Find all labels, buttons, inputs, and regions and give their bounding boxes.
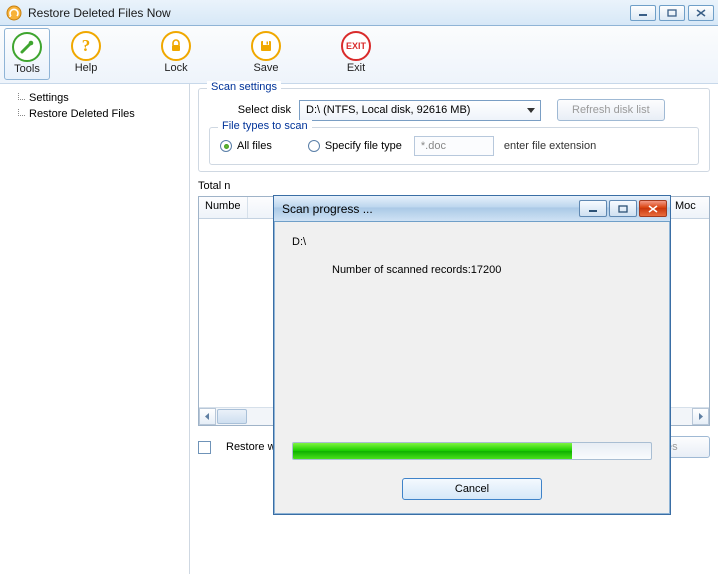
scroll-thumb[interactable]: [217, 409, 247, 424]
all-files-label: All files: [237, 140, 272, 152]
column-modified[interactable]: Moc: [669, 197, 709, 218]
progress-bar-fill: [293, 443, 572, 459]
scroll-right-icon[interactable]: [692, 408, 709, 425]
maximize-button[interactable]: [659, 5, 685, 21]
scanned-records-label: Number of scanned records:: [332, 264, 471, 276]
app-icon: [6, 5, 22, 21]
dialog-minimize-button[interactable]: [579, 200, 607, 217]
restore-original-path-checkbox[interactable]: [198, 441, 211, 454]
tools-label: Tools: [5, 63, 49, 75]
sidebar-item-label: Settings: [29, 92, 69, 104]
file-extension-hint: enter file extension: [504, 140, 596, 152]
file-extension-placeholder: *.doc: [421, 140, 446, 152]
help-label: Help: [62, 62, 110, 74]
lock-icon: [161, 31, 191, 61]
total-count-label: Total n: [198, 180, 710, 192]
scanned-records-count: 17200: [471, 264, 502, 276]
sidebar-item-settings[interactable]: Settings: [4, 90, 185, 106]
dialog-body: D:\ Number of scanned records:17200: [274, 222, 670, 290]
sidebar: Settings Restore Deleted Files: [0, 84, 190, 574]
select-disk-label: Select disk: [209, 104, 299, 116]
minimize-button[interactable]: [630, 5, 656, 21]
close-button[interactable]: [688, 5, 714, 21]
help-button[interactable]: ? Help: [62, 28, 110, 82]
column-number[interactable]: Numbe: [199, 197, 248, 218]
save-button[interactable]: Save: [242, 28, 290, 82]
tools-button[interactable]: Tools: [4, 28, 50, 80]
dialog-title: Scan progress ...: [282, 202, 577, 216]
dialog-maximize-button[interactable]: [609, 200, 637, 217]
help-icon: ?: [71, 31, 101, 61]
save-icon: [251, 31, 281, 61]
dialog-close-button[interactable]: [639, 200, 667, 217]
file-types-group: File types to scan All files Specify fil…: [209, 127, 699, 165]
scan-progress-dialog: Scan progress ... D:\ Number of scanned …: [273, 195, 671, 515]
save-label: Save: [242, 62, 290, 74]
scanning-path: D:\: [292, 236, 652, 248]
tools-icon: [12, 32, 42, 62]
cancel-button[interactable]: Cancel: [402, 478, 542, 500]
exit-icon: EXIT: [341, 31, 371, 61]
scan-settings-legend: Scan settings: [207, 81, 281, 93]
specify-type-radio[interactable]: [308, 140, 320, 152]
file-types-legend: File types to scan: [218, 120, 312, 132]
refresh-disk-button[interactable]: Refresh disk list: [557, 99, 665, 121]
scroll-left-icon[interactable]: [199, 408, 216, 425]
specify-type-label: Specify file type: [325, 140, 402, 152]
lock-button[interactable]: Lock: [152, 28, 200, 82]
all-files-radio[interactable]: [220, 140, 232, 152]
select-disk-dropdown[interactable]: D:\ (NTFS, Local disk, 92616 MB): [299, 100, 541, 121]
sidebar-item-label: Restore Deleted Files: [29, 108, 135, 120]
exit-label: Exit: [332, 62, 380, 74]
toolbar: Tools ? Help Lock Save EXIT Exit: [0, 26, 718, 84]
scanned-records-line: Number of scanned records:17200: [292, 264, 652, 276]
titlebar: Restore Deleted Files Now: [0, 0, 718, 26]
window-title: Restore Deleted Files Now: [28, 6, 630, 20]
select-disk-value: D:\ (NTFS, Local disk, 92616 MB): [306, 104, 470, 116]
scan-settings-group: Scan settings Select disk D:\ (NTFS, Loc…: [198, 88, 710, 172]
file-extension-input[interactable]: *.doc: [414, 136, 494, 156]
progress-bar: [292, 442, 652, 460]
lock-label: Lock: [152, 62, 200, 74]
dialog-titlebar: Scan progress ...: [274, 196, 670, 222]
sidebar-item-restore[interactable]: Restore Deleted Files: [4, 106, 185, 122]
exit-button[interactable]: EXIT Exit: [332, 28, 380, 82]
